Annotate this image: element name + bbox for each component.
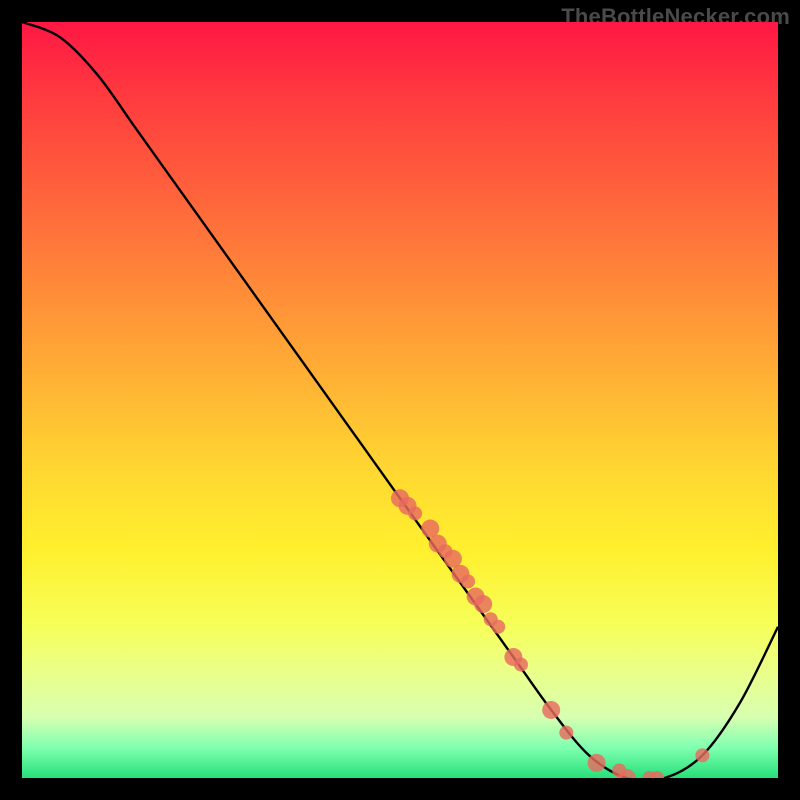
data-point [461,574,475,588]
chart-container: TheBottleNecker.com [0,0,800,800]
data-point [588,754,606,772]
curve-layer [22,22,778,778]
data-point [491,620,505,634]
data-point [559,726,573,740]
bottleneck-curve [22,22,778,778]
plot-area [22,22,778,778]
data-point [514,658,528,672]
data-point [408,506,422,520]
marker-group [391,489,709,778]
data-point [695,748,709,762]
data-point [542,701,560,719]
data-point [474,595,492,613]
